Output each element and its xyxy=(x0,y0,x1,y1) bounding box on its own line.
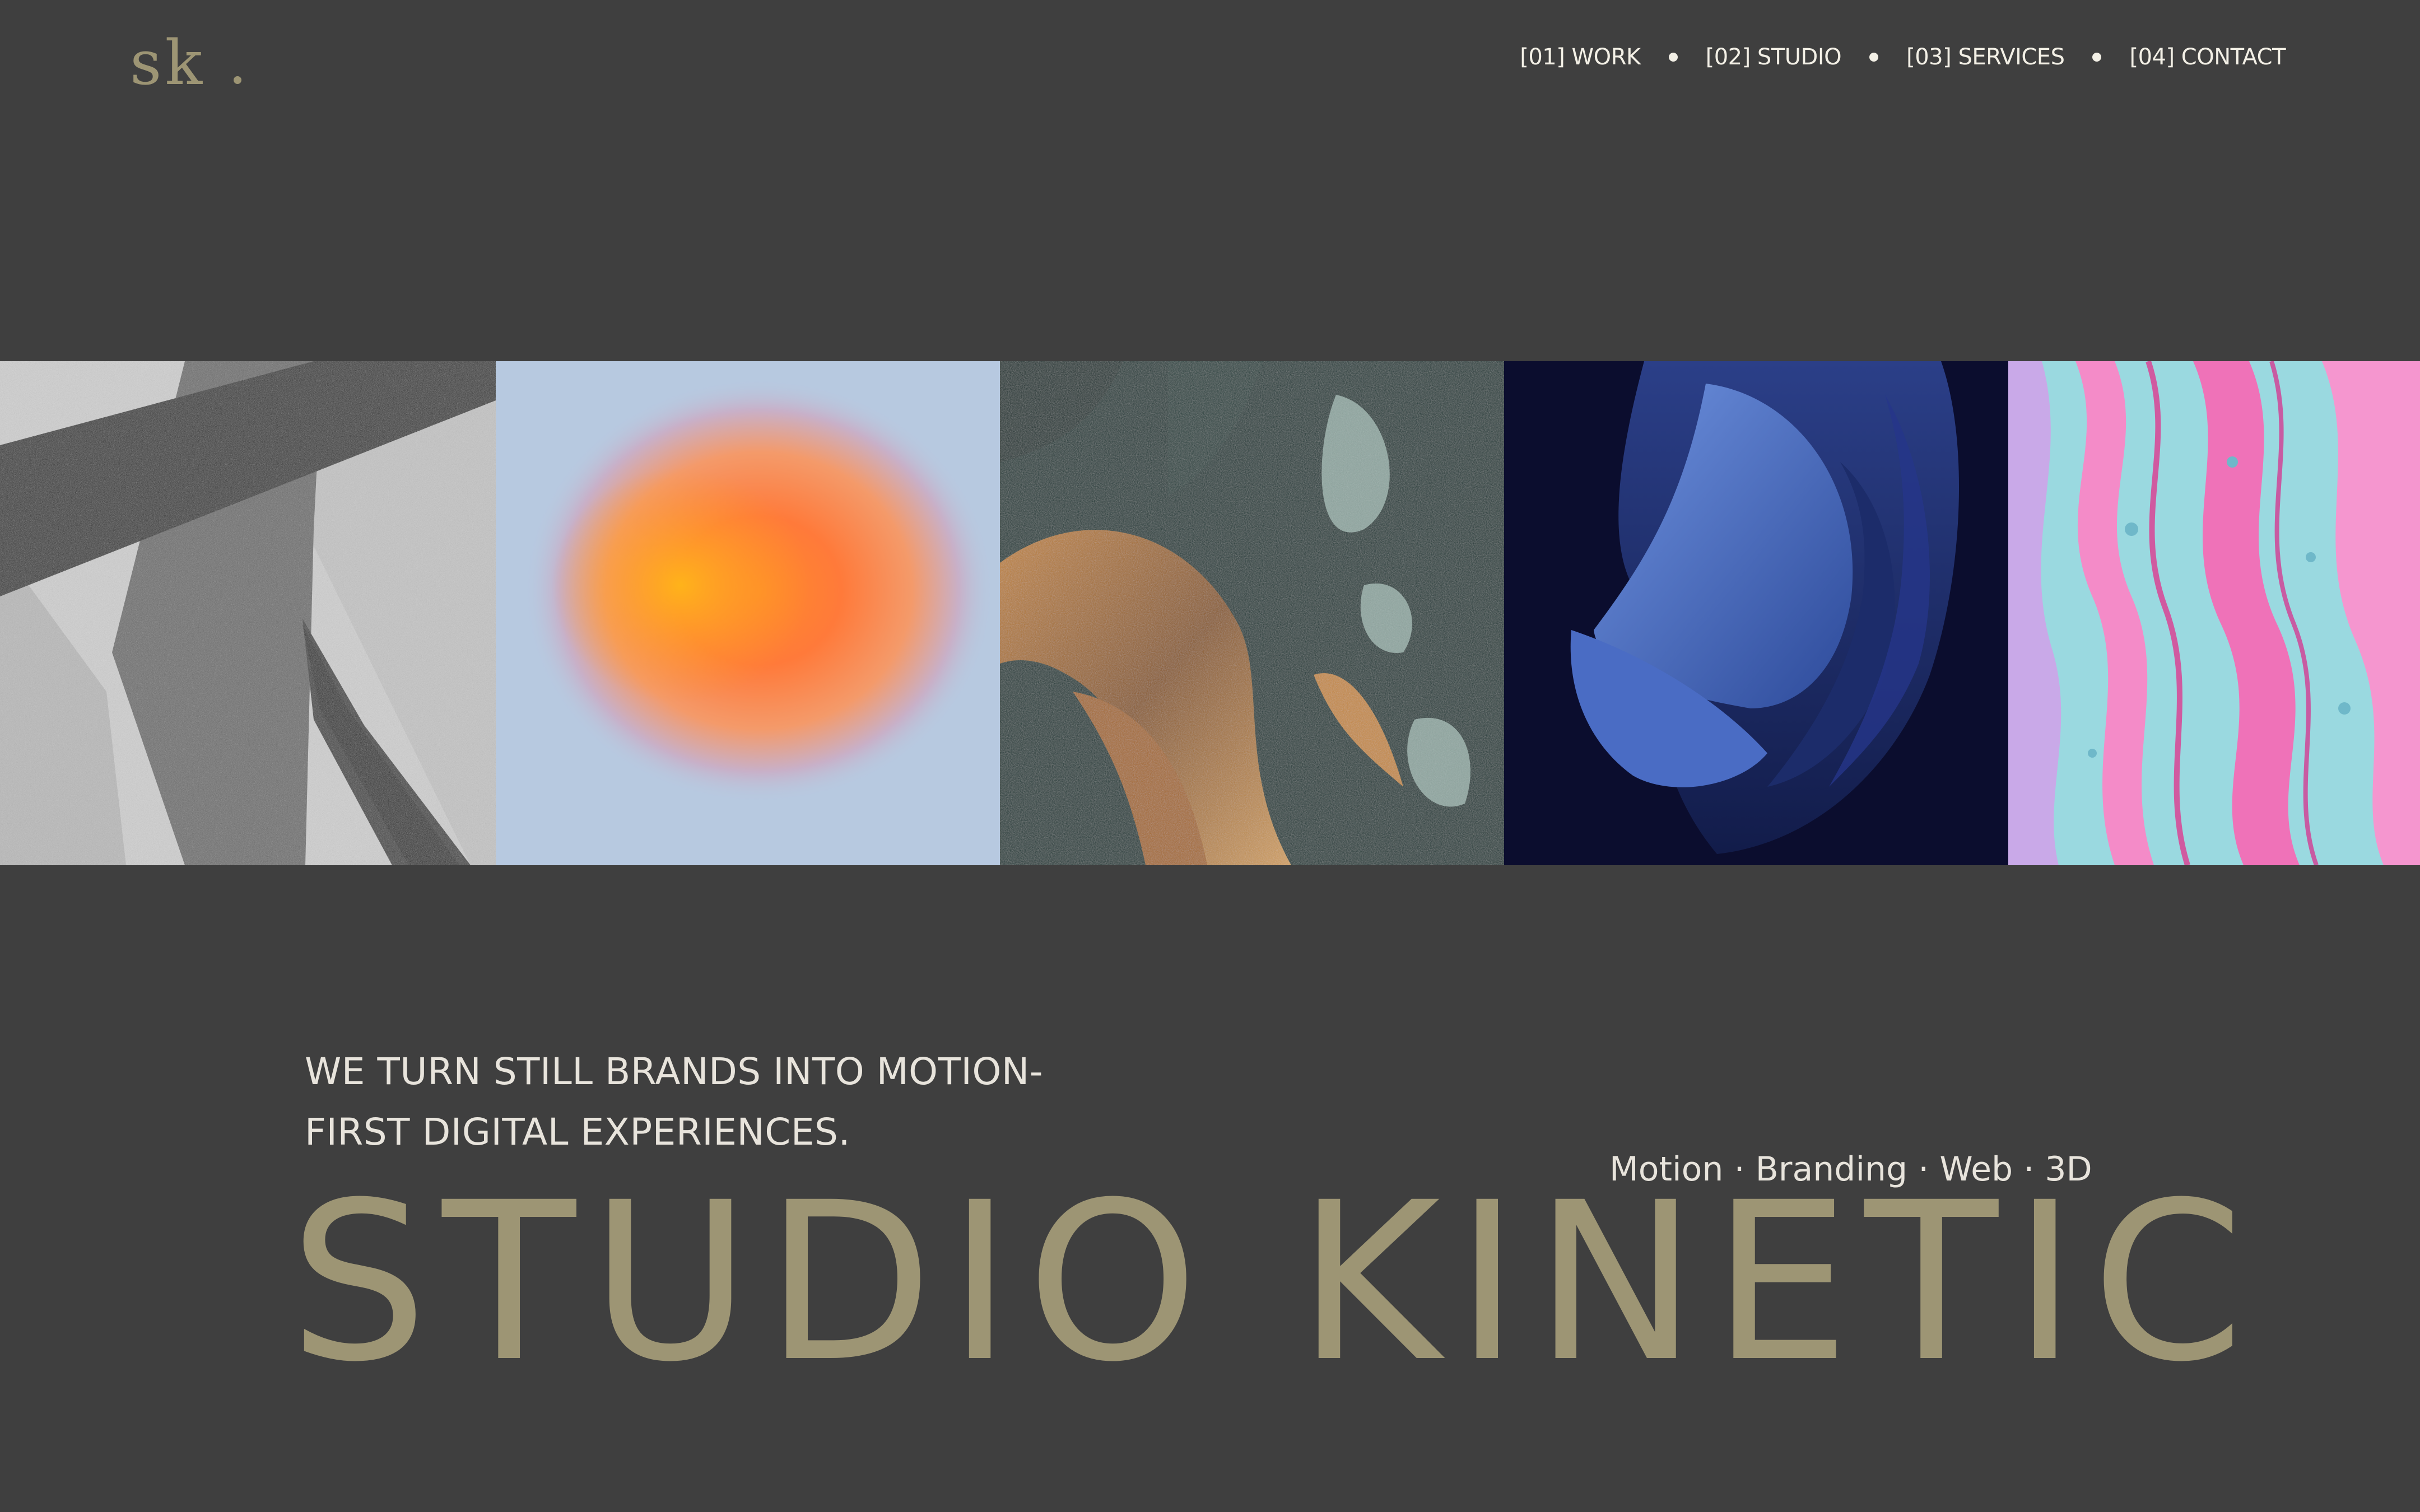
gallery-tile-abstract-grey-shapes[interactable] xyxy=(0,361,496,865)
gallery-tile-teal-gold-sculpture[interactable] xyxy=(1000,361,1504,865)
nav-separator-dot xyxy=(2092,53,2102,62)
tagline-line-1: WE TURN STILL BRANDS INTO MOTION- xyxy=(305,1050,1044,1093)
page: sk [01] WORK [02] STUDIO [03] SERVICES [… xyxy=(0,0,2420,1512)
orange-gradient-blur-image xyxy=(496,361,1000,865)
blue-folded-form-image xyxy=(1504,361,2008,865)
logo-text: sk xyxy=(130,27,206,99)
tagline-line-2: FIRST DIGITAL EXPERIENCES. xyxy=(305,1110,850,1154)
hero-tagline: WE TURN STILL BRANDS INTO MOTION- FIRST … xyxy=(305,1042,1145,1163)
gallery-tile-orange-gradient-blur[interactable] xyxy=(496,361,1000,865)
nav-item-services[interactable]: [03] SERVICES xyxy=(1906,44,2065,70)
teal-gold-sculpture-image xyxy=(1000,361,1504,865)
pink-teal-marble-image xyxy=(2008,361,2420,865)
image-gallery-strip xyxy=(0,361,2420,865)
logo-dot xyxy=(234,76,242,84)
nav-separator-dot xyxy=(1668,53,1678,62)
nav-item-contact[interactable]: [04] CONTACT xyxy=(2129,44,2286,70)
main-nav: [01] WORK [02] STUDIO [03] SERVICES [04]… xyxy=(1520,40,2286,74)
nav-item-studio[interactable]: [02] STUDIO xyxy=(1706,44,1842,70)
brand-title: STUDIO KINETIC xyxy=(289,1155,2259,1410)
logo[interactable]: sk xyxy=(130,24,242,102)
gallery-tile-pink-teal-marble[interactable] xyxy=(2008,361,2420,865)
nav-separator-dot xyxy=(1869,53,1879,62)
gallery-tile-blue-folded-form[interactable] xyxy=(1504,361,2008,865)
abstract-grey-shapes-image xyxy=(0,361,496,865)
nav-item-work[interactable]: [01] WORK xyxy=(1520,44,1641,70)
